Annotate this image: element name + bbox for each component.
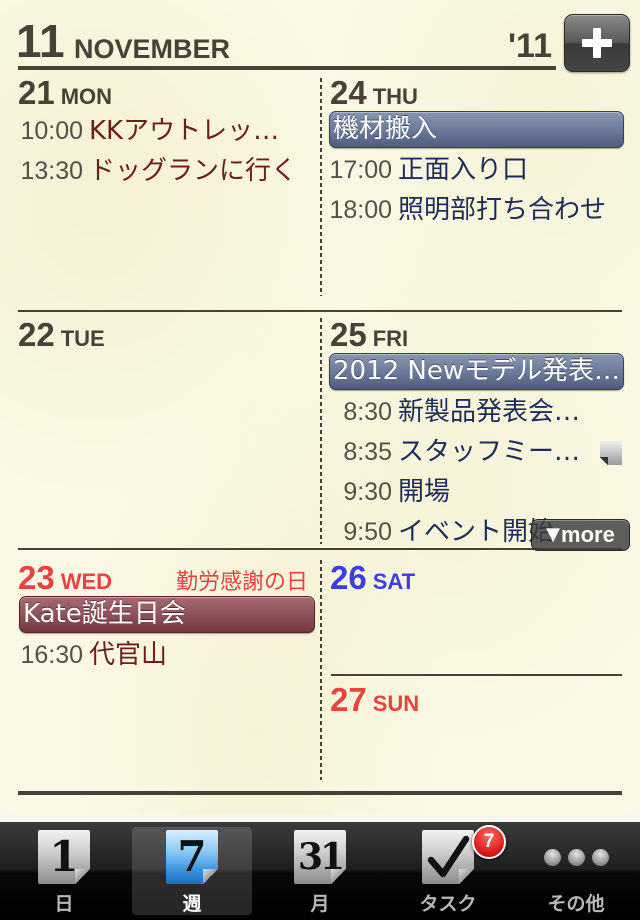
day-cell-monday[interactable]: 21 MON 10:00 KKアウトレッ… 13:30 ドッグランに行く [13,75,318,307]
event-item[interactable]: 18:00 照明部打ち合わせ [322,190,630,230]
sat-sun-divider [331,674,622,676]
all-day-event[interactable]: 機材搬入 [329,111,624,148]
header-rule [18,66,556,70]
event-item[interactable]: 9:30 開場 [322,472,630,512]
day-cell-friday[interactable]: 25 FRI 2012 Newモデル発表… 8:30 新製品発表会… 8:35 … [322,317,630,547]
plus-icon [582,28,612,58]
event-item[interactable]: 13:30 ドッグランに行く [13,151,318,191]
event-title: ドッグランに行く [89,156,298,186]
day-header: 26 SAT [322,560,630,596]
header-month-number: 11 [16,15,65,67]
day-header: 23 WED 勤労感謝の日 [13,560,318,596]
day-name: THU [372,84,418,109]
dot [591,848,609,866]
day-number: 25 [330,317,367,353]
day-number: 24 [330,75,367,111]
day-header: 21 MON [13,75,318,111]
holiday-label: 勤労感謝の日 [175,570,308,595]
day-header: 25 FRI [322,317,630,353]
month-calendar-icon: 31 [294,830,346,884]
day-number: 26 [330,560,367,596]
day-name: FRI [372,326,409,351]
all-day-event[interactable]: 2012 Newモデル発表… [329,353,624,390]
tab-label: 日 [54,893,74,915]
day-header: 22 TUE [13,317,318,353]
event-time: 18:00 [329,196,392,224]
event-title: KKアウトレッ… [89,116,280,146]
event-time: 9:50 [343,518,392,546]
event-item[interactable]: 8:35 スタッフミー… [322,432,630,472]
event-title: 正面入り口 [398,155,529,185]
event-time: 10:00 [20,117,83,145]
tab-tasks[interactable]: 7 タスク [384,822,512,920]
day-calendar-icon: 1 [38,830,90,884]
tab-month[interactable]: 31 月 [256,822,384,920]
checkmark-icon [422,830,474,884]
event-item[interactable]: 8:30 新製品発表会… [322,392,630,432]
add-event-button[interactable] [564,14,630,72]
header-month-name: NOVEMBER [74,34,231,64]
event-title: 開場 [398,477,451,507]
day-number: 23 [18,560,55,596]
tab-label: タスク [419,893,477,915]
tab-bar: 1 日 7 週 31 月 7 タスク その他 [0,822,640,920]
week-calendar-icon: 7 [166,830,218,884]
page-fold [75,869,90,884]
page-fold [203,869,218,884]
event-time: 9:30 [343,478,392,506]
page-fold [331,869,346,884]
day-header: 24 THU [322,75,630,111]
event-time: 17:00 [329,156,392,184]
day-cell-sunday[interactable]: 27 SUN [322,682,630,788]
dot [567,848,585,866]
day-name: MON [60,84,113,109]
tab-label: その他 [547,893,605,915]
event-title: 照明部打ち合わせ [398,195,607,225]
day-number: 27 [330,682,367,718]
event-item[interactable]: 17:00 正面入り口 [322,150,630,190]
more-dots-icon [512,830,640,884]
event-time: 13:30 [20,157,83,185]
week-view-paper: 11 NOVEMBER '11 21 MON 10:00 KKアウトレッ… 13… [0,0,640,814]
task-count-badge: 7 [472,825,506,859]
event-title: 新製品発表会… [398,397,581,427]
tab-label: 月 [310,893,330,915]
triangle-down-icon: ▼ [546,524,561,545]
tab-label: 週 [182,893,202,915]
day-cell-saturday[interactable]: 26 SAT [322,560,630,670]
row-divider [18,548,622,550]
day-header: 27 SUN [322,682,630,718]
day-cell-wednesday[interactable]: 23 WED 勤労感謝の日 Kate誕生日会 16:30 代官山 [13,560,318,788]
row-divider [18,310,622,312]
day-cell-tuesday[interactable]: 22 TUE [13,317,318,547]
day-number: 22 [18,317,55,353]
day-name: SUN [372,691,420,716]
event-time: 16:30 [20,641,83,669]
event-title: スタッフミー… [398,437,581,467]
event-item[interactable]: 16:30 代官山 [13,635,318,675]
event-time: 8:30 [343,398,392,426]
day-name: SAT [372,569,416,594]
event-title: 代官山 [89,640,168,670]
tab-week[interactable]: 7 週 [128,822,256,920]
dot [543,848,561,866]
day-cell-thursday[interactable]: 24 THU 機材搬入 17:00 正面入り口 18:00 照明部打ち合わせ [322,75,630,307]
tab-day[interactable]: 1 日 [0,822,128,920]
day-name: TUE [60,326,105,351]
tab-more[interactable]: その他 [512,822,640,920]
day-number: 21 [18,75,55,111]
header-year: '11 [507,27,552,65]
more-events-button[interactable]: ▼ more [531,519,630,551]
note-icon [600,441,622,465]
more-label: more [561,522,615,547]
event-time: 8:35 [343,438,392,466]
bottom-rule [18,791,622,795]
event-item[interactable]: 10:00 KKアウトレッ… [13,111,318,151]
day-name: WED [60,569,113,594]
all-day-event[interactable]: Kate誕生日会 [19,596,315,633]
page-fold [459,869,474,884]
calendar-week-screen: 11 NOVEMBER '11 21 MON 10:00 KKアウトレッ… 13… [0,0,640,920]
